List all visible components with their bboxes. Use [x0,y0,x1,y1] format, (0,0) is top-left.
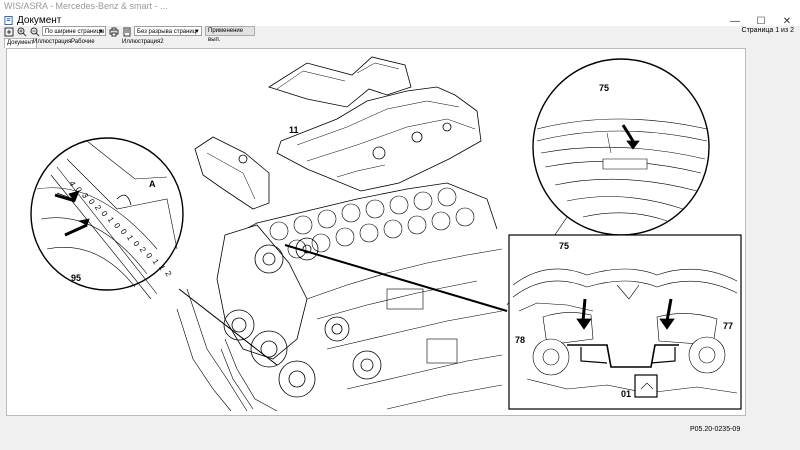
scale-mark: 2 [163,270,173,279]
print-icon[interactable] [108,26,119,37]
label-tool-bottom: 75 [559,241,569,251]
chain-detail-top [532,58,710,236]
label-cover: 11 [289,125,299,135]
label-sensor: 95 [71,273,81,283]
document-view[interactable]: 4030201001020112 11 A 95 75 75 78 77 01 [6,48,746,416]
toolbar: По ширине страницы ▼ Без разрыва страниц… [0,26,800,43]
view-mode-select[interactable]: Без разрыва страниц ▼ [134,26,202,36]
label-left-shaft: 78 [515,335,525,345]
zoom-in-icon[interactable] [16,26,27,37]
zoom-out-icon[interactable] [29,26,40,37]
label-tool-top: 75 [599,83,609,93]
zoom-fit-icon[interactable] [3,26,14,37]
chevron-down-icon: ▼ [194,29,200,35]
sensor-detail: 4030201001020112 [30,137,184,300]
chevron-down-icon: ▼ [98,29,104,35]
engine-illustration: 4030201001020112 11 A 95 75 75 78 77 01 [30,56,742,412]
figure-caption: P05.20-0235-09 [690,426,741,433]
label-ring-mark: A [149,179,156,189]
label-right-shaft: 77 [723,321,733,331]
tab-illustration2[interactable]: Иллюстрация2 [120,38,166,47]
system-title-text: WIS/ASRA - Mercedes-Benz & smart - ... [4,1,168,11]
window-title: Документ [17,15,62,26]
tab-illustration[interactable]: Иллюстрация [31,38,73,47]
zoom-mode-select[interactable]: По ширине страницы ▼ [42,26,106,36]
tab-work-operations[interactable]: Рабочие операции [69,38,100,54]
view-mode-value: Без разрыва страниц [137,29,197,35]
page-indicator: Страница 1 из 2 [741,27,794,34]
apply-button[interactable]: Применение вып. [205,26,255,43]
document-icon [4,16,13,25]
system-title-bar: WIS/ASRA - Mercedes-Benz & smart - ... [0,0,800,14]
zoom-mode-value: По ширине страницы [45,29,105,35]
label-bracket: 01 [621,389,631,399]
valve-cover [268,56,482,192]
page-icon[interactable] [121,26,132,37]
chain-detail-bottom [508,234,742,410]
